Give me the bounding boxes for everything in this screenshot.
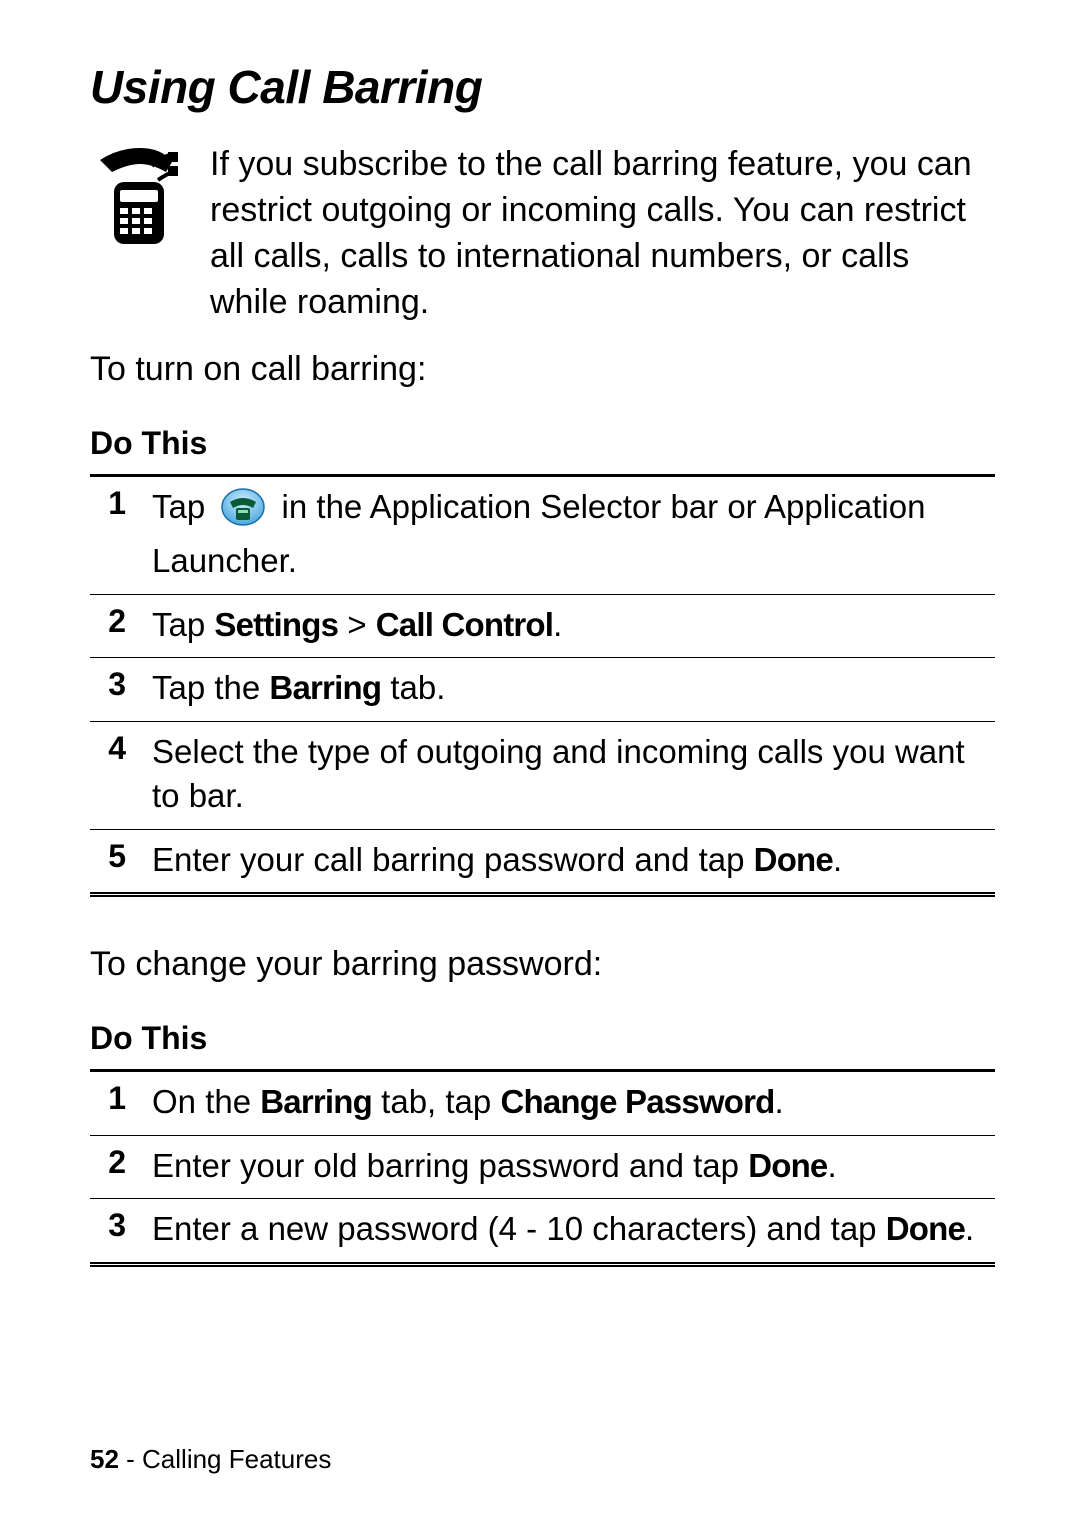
page-footer: 52 - Calling Features	[90, 1444, 331, 1475]
step-text: Tap Settings > Call Control.	[152, 603, 562, 648]
text-part: Enter your old barring password and tap	[152, 1147, 748, 1184]
text-part: .	[775, 1083, 784, 1120]
ui-label: Barring	[269, 669, 381, 706]
text-part: .	[553, 606, 562, 643]
text-part: Tap	[152, 488, 214, 525]
lead-change-password: To change your barring password:	[90, 945, 995, 984]
step-number: 3	[90, 666, 126, 711]
step-row: 2 Enter your old barring password and ta…	[90, 1136, 995, 1200]
section-heading: Using Call Barring	[90, 60, 995, 114]
text-part: Tap the	[152, 669, 269, 706]
step-row: 1 Tap in the Application Se	[90, 477, 995, 595]
text-part: On the	[152, 1083, 260, 1120]
ui-label: Change Password	[500, 1083, 774, 1120]
step-row: 3 Enter a new password (4 - 10 character…	[90, 1199, 995, 1262]
intro-text: If you subscribe to the call barring fea…	[210, 142, 995, 326]
footer-section: Calling Features	[142, 1444, 331, 1474]
step-text: Enter a new password (4 - 10 characters)…	[152, 1207, 974, 1252]
ui-label: Done	[886, 1210, 965, 1247]
step-number: 2	[90, 1144, 126, 1189]
ui-label: Done	[754, 841, 833, 878]
text-part: .	[965, 1210, 974, 1247]
step-row: 5 Enter your call barring password and t…	[90, 830, 995, 893]
phone-app-icon	[220, 486, 266, 540]
text-part: tab.	[381, 669, 445, 706]
step-text: Tap in the Application Selector bar or	[152, 485, 995, 584]
steps-change-password: 1 On the Barring tab, tap Change Passwor…	[90, 1069, 995, 1267]
step-text: On the Barring tab, tap Change Password.	[152, 1080, 784, 1125]
text-part: Tap	[152, 606, 214, 643]
step-row: 2 Tap Settings > Call Control.	[90, 595, 995, 659]
step-row: 1 On the Barring tab, tap Change Passwor…	[90, 1072, 995, 1136]
step-number: 3	[90, 1207, 126, 1252]
step-text: Enter your old barring password and tap …	[152, 1144, 837, 1189]
lead-turn-on: To turn on call barring:	[90, 350, 995, 389]
text-part: in the Application Selector bar or Appli…	[152, 488, 925, 580]
text-part: Enter a new password (4 - 10 characters)…	[152, 1210, 886, 1247]
step-text: Tap the Barring tab.	[152, 666, 445, 711]
text-part: tab, tap	[372, 1083, 500, 1120]
text-part: .	[833, 841, 842, 878]
phone-keypad-icon	[90, 142, 182, 252]
intro-block: If you subscribe to the call barring fea…	[90, 142, 995, 326]
step-text: Select the type of outgoing and incoming…	[152, 730, 995, 819]
step-number: 2	[90, 603, 126, 648]
text-part: Enter your call barring password and tap	[152, 841, 754, 878]
ui-label: Call Control	[376, 606, 553, 643]
step-text: Enter your call barring password and tap…	[152, 838, 842, 883]
page-number: 52	[90, 1444, 119, 1474]
ui-label: Done	[748, 1147, 827, 1184]
step-number: 4	[90, 730, 126, 819]
step-row: 3 Tap the Barring tab.	[90, 658, 995, 722]
steps-turn-on: 1 Tap in the Application Se	[90, 474, 995, 898]
footer-sep: -	[119, 1444, 142, 1474]
do-this-label: Do This	[90, 425, 995, 462]
ui-label: Barring	[260, 1083, 372, 1120]
text-part: .	[828, 1147, 837, 1184]
ui-label: Settings	[214, 606, 338, 643]
step-number: 5	[90, 838, 126, 883]
step-number: 1	[90, 485, 126, 584]
step-number: 1	[90, 1080, 126, 1125]
step-row: 4 Select the type of outgoing and incomi…	[90, 722, 995, 830]
do-this-label: Do This	[90, 1020, 995, 1057]
text-part: >	[338, 606, 376, 643]
